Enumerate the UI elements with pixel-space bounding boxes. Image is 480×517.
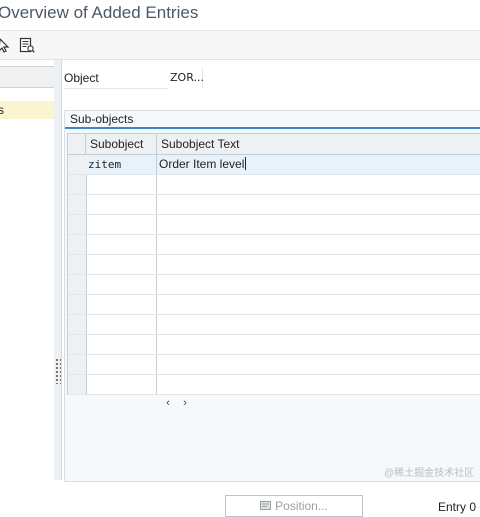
scroll-left-icon[interactable]: ‹ bbox=[161, 395, 175, 411]
tree-item-label: s bbox=[0, 103, 4, 117]
table-row bbox=[68, 355, 480, 375]
table-row bbox=[68, 275, 480, 295]
select-all-cell[interactable] bbox=[68, 134, 86, 154]
table-body: zitem Order Item level bbox=[68, 155, 480, 395]
subobject-text-cell[interactable] bbox=[157, 315, 480, 334]
window-title: Overview of Added Entries bbox=[0, 3, 199, 22]
row-selector[interactable] bbox=[68, 295, 87, 314]
pane-splitter[interactable] bbox=[54, 60, 62, 480]
row-selector[interactable] bbox=[68, 255, 87, 274]
subobject-cell[interactable] bbox=[86, 255, 157, 274]
entry-counter: Entry 0 o bbox=[438, 500, 480, 514]
column-header-subobject[interactable]: Subobject bbox=[86, 134, 157, 154]
subobject-cell[interactable] bbox=[86, 275, 157, 294]
dialog-structure-header bbox=[0, 66, 54, 88]
row-selector[interactable] bbox=[68, 335, 87, 354]
subobject-text-cell[interactable] bbox=[157, 355, 480, 374]
subobject-cell[interactable] bbox=[86, 355, 157, 374]
subobject-text-cell[interactable] bbox=[157, 275, 480, 294]
table-row bbox=[68, 295, 480, 315]
table-row bbox=[68, 255, 480, 275]
sub-objects-title: Sub-objects bbox=[70, 112, 134, 126]
arrow-cursor-icon[interactable] bbox=[0, 36, 12, 54]
row-selector[interactable] bbox=[68, 215, 87, 234]
subobject-cell[interactable] bbox=[86, 215, 157, 234]
subobject-text-cell[interactable] bbox=[157, 195, 480, 214]
table-row bbox=[68, 235, 480, 255]
object-label: Object bbox=[64, 68, 168, 89]
position-icon bbox=[260, 497, 272, 510]
splitter-grip-icon[interactable] bbox=[54, 358, 61, 384]
text-cursor bbox=[245, 157, 247, 170]
dialog-structure-pane: s bbox=[0, 60, 55, 480]
main-content: Object ZOR... Sub-objects Subobject Subo… bbox=[62, 60, 480, 517]
table-row bbox=[68, 335, 480, 355]
group-title-underline bbox=[65, 127, 480, 129]
row-selector[interactable] bbox=[68, 175, 87, 194]
sub-objects-group: Sub-objects Subobject Subobject Text zit… bbox=[64, 110, 480, 517]
position-button-label: Position... bbox=[275, 499, 328, 513]
scroll-right-icon[interactable]: › bbox=[178, 395, 192, 411]
subobject-text-cell[interactable] bbox=[157, 255, 480, 274]
table-row bbox=[68, 375, 480, 395]
subobject-cell[interactable] bbox=[86, 375, 157, 394]
subobject-text-cell[interactable] bbox=[157, 295, 480, 314]
table-row bbox=[68, 215, 480, 235]
table-row bbox=[68, 195, 480, 215]
table-header: Subobject Subobject Text bbox=[68, 134, 480, 155]
subobject-text-cell[interactable] bbox=[157, 235, 480, 254]
subobject-cell[interactable]: zitem bbox=[86, 155, 157, 174]
subobject-cell[interactable] bbox=[86, 175, 157, 194]
table-row: zitem Order Item level bbox=[68, 155, 480, 175]
column-header-subobject-text[interactable]: Subobject Text bbox=[157, 134, 480, 154]
toolbar bbox=[0, 31, 480, 60]
subobject-text-cell[interactable] bbox=[157, 175, 480, 194]
table-row bbox=[68, 175, 480, 195]
subobject-text-cell[interactable] bbox=[157, 215, 480, 234]
subobject-cell[interactable] bbox=[86, 315, 157, 334]
row-selector[interactable] bbox=[68, 235, 87, 254]
row-selector[interactable] bbox=[68, 315, 87, 334]
sub-objects-table: Subobject Subobject Text zitem Order Item… bbox=[67, 133, 480, 397]
document-details-icon[interactable] bbox=[18, 36, 36, 54]
subobject-cell[interactable] bbox=[86, 235, 157, 254]
tree-item-selected[interactable]: s bbox=[0, 101, 54, 119]
title-bar: Overview of Added Entries bbox=[0, 0, 480, 31]
row-selector[interactable] bbox=[68, 375, 87, 394]
watermark: @稀土掘金技术社区 bbox=[384, 468, 475, 479]
subobject-text-cell[interactable]: Order Item level bbox=[157, 155, 480, 174]
row-selector[interactable] bbox=[68, 195, 87, 214]
table-row bbox=[68, 315, 480, 335]
horizontal-scrollbar[interactable]: ‹ › bbox=[67, 395, 480, 411]
subobject-cell[interactable] bbox=[86, 295, 157, 314]
row-selector[interactable] bbox=[68, 275, 87, 294]
object-value: ZOR... bbox=[170, 68, 204, 88]
position-button[interactable]: Position... bbox=[225, 495, 363, 517]
row-selector[interactable] bbox=[68, 155, 87, 174]
subobject-text-cell[interactable] bbox=[157, 375, 480, 394]
row-selector[interactable] bbox=[68, 355, 87, 374]
subobject-text-cell[interactable] bbox=[157, 335, 480, 354]
subobject-cell[interactable] bbox=[86, 335, 157, 354]
subobject-cell[interactable] bbox=[86, 195, 157, 214]
